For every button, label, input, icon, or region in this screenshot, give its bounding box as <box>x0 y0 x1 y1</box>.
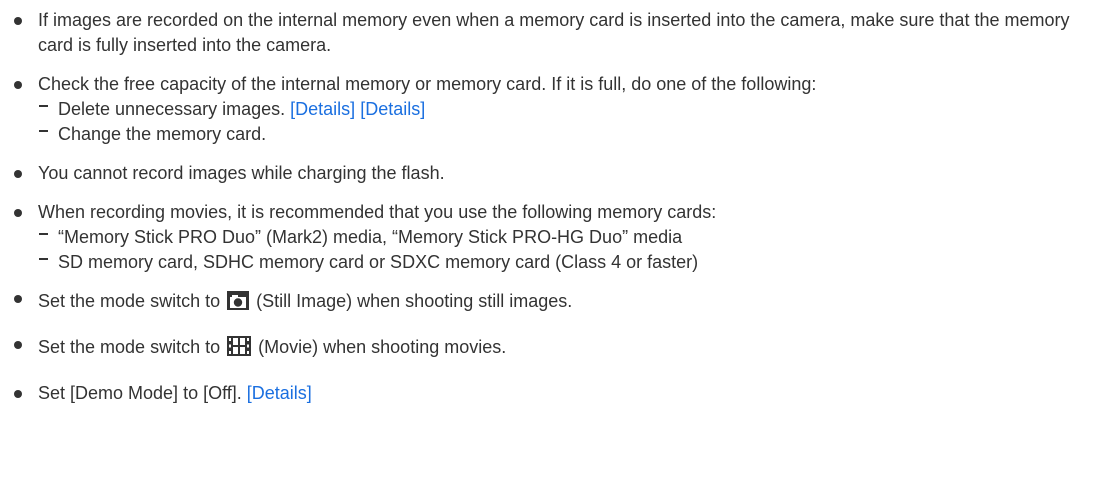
details-link[interactable]: [Details] <box>360 99 425 119</box>
item-text-before: Set the mode switch to <box>38 337 221 357</box>
item-text: When recording movies, it is recommended… <box>38 202 717 222</box>
sub-item-text: SD memory card, SDHC memory card or SDXC… <box>58 252 699 272</box>
list-item: Set [Demo Mode] to [Off]. [Details] <box>14 381 1096 406</box>
list-item: Set the mode switch to (Still Image) whe… <box>14 289 1096 317</box>
film-icon <box>227 336 252 363</box>
bullet-icon <box>14 81 22 89</box>
list-item: If images are recorded on the internal m… <box>14 8 1096 58</box>
item-text-before: Set the mode switch to <box>38 291 221 311</box>
list-item: Set the mode switch to (Movie) when shoo… <box>14 335 1096 363</box>
details-link[interactable]: [Details] <box>247 383 312 403</box>
camera-icon <box>227 291 250 317</box>
sub-item: “Memory Stick PRO Duo” (Mark2) media, “M… <box>38 225 1096 250</box>
bullet-icon <box>14 295 22 303</box>
troubleshooting-list: If images are recorded on the internal m… <box>0 0 1106 406</box>
item-text: Check the free capacity of the internal … <box>38 74 817 94</box>
sub-item-text: Change the memory card. <box>58 124 267 144</box>
sub-item-text: Delete unnecessary images. <box>58 99 286 119</box>
sub-item: SD memory card, SDHC memory card or SDXC… <box>38 250 1096 275</box>
list-item: You cannot record images while charging … <box>14 161 1096 186</box>
bullet-icon <box>14 170 22 178</box>
sub-item: Change the memory card. <box>38 122 1096 147</box>
details-link[interactable]: [Details] <box>290 99 355 119</box>
bullet-icon <box>14 209 22 217</box>
item-text-after: (Still Image) when shooting still images… <box>256 291 573 311</box>
bullet-icon <box>14 17 22 25</box>
item-text: If images are recorded on the internal m… <box>38 10 1070 55</box>
item-text: Set [Demo Mode] to [Off]. <box>38 383 242 403</box>
sub-item: Delete unnecessary images. [Details] [De… <box>38 97 1096 122</box>
list-item: Check the free capacity of the internal … <box>14 72 1096 147</box>
item-text-after: (Movie) when shooting movies. <box>258 337 507 357</box>
list-item: When recording movies, it is recommended… <box>14 200 1096 275</box>
bullet-icon <box>14 390 22 398</box>
sub-item-text: “Memory Stick PRO Duo” (Mark2) media, “M… <box>58 227 683 247</box>
item-text: You cannot record images while charging … <box>38 163 445 183</box>
bullet-icon <box>14 341 22 349</box>
